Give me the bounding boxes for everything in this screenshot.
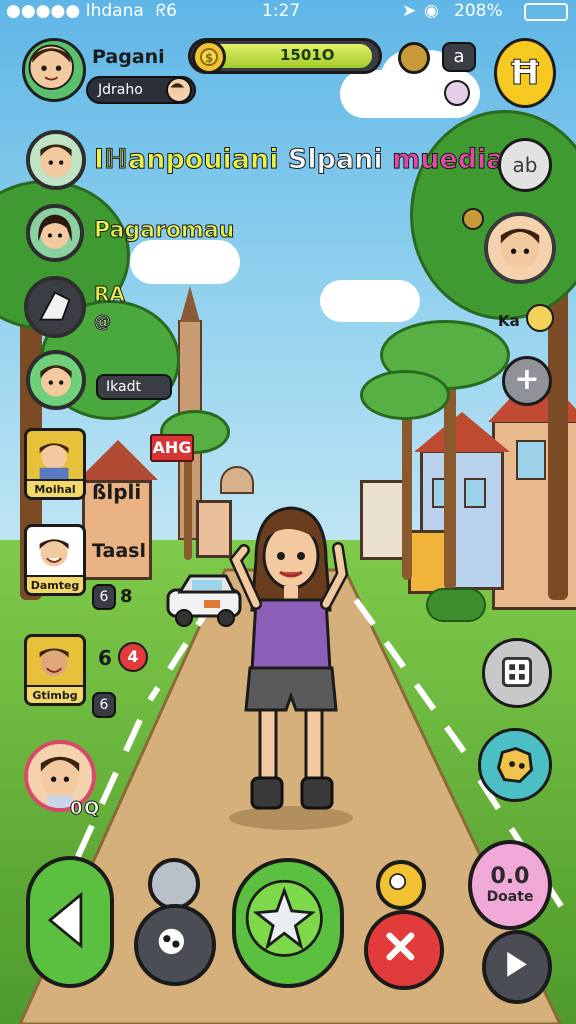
inventory-button[interactable]	[482, 638, 552, 708]
profile-avatar[interactable]	[22, 38, 86, 102]
smile-icon[interactable]	[526, 304, 554, 332]
friend-tag: 6	[98, 646, 112, 670]
friend-avatar[interactable]	[26, 204, 84, 262]
clock: 1:27	[262, 1, 301, 21]
gear-icon[interactable]	[376, 860, 426, 910]
friend-card[interactable]: Gtimbg	[24, 634, 86, 706]
friend-avatar[interactable]	[26, 350, 86, 410]
cloud	[130, 240, 240, 284]
friend-extra: 8	[120, 586, 133, 607]
friend-sub: @	[94, 312, 112, 333]
player-character[interactable]	[226, 500, 356, 830]
status-bar: ●●●●● Ihdana ᖇ6 1:27 ➤ ◉ 208%	[0, 0, 576, 24]
notification-badge: 4	[118, 642, 148, 672]
friend-tag: 0	[70, 798, 83, 820]
chat-button[interactable]: ab	[498, 138, 552, 192]
house-roof	[78, 440, 158, 480]
small-label: Ka	[498, 312, 520, 330]
friend-pill-label[interactable]: Ikadt	[96, 374, 172, 400]
friend-chip[interactable]: 6	[92, 692, 116, 718]
network-label: ᖇ6	[156, 1, 177, 21]
pink-button-label: Doate	[486, 889, 534, 905]
friend-card-caption: Gtimbg	[27, 685, 83, 703]
house	[408, 530, 448, 594]
badge-icon[interactable]	[398, 42, 430, 74]
friend-card-caption: Damteg	[27, 575, 83, 593]
battery-icon	[524, 3, 568, 21]
banner-title: Iℍanpouiani Slpani muedian	[94, 144, 525, 176]
house-roof	[414, 412, 510, 452]
dice-button[interactable]	[134, 904, 216, 986]
gear-icon[interactable]	[148, 858, 200, 910]
pink-button-value: 0.0	[490, 864, 530, 889]
tower-spire	[180, 286, 200, 322]
location-icon: ➤	[402, 1, 417, 21]
dome	[220, 466, 254, 494]
battery-percent: 208%	[454, 1, 503, 21]
svg-text:$: $	[205, 51, 213, 65]
friend-card[interactable]: Damteg	[24, 524, 86, 596]
player-name: Pagani	[92, 46, 165, 68]
pink-action-button[interactable]: 0.0 Doate	[468, 840, 552, 930]
chat-glyph: ab	[512, 153, 538, 177]
close-button[interactable]	[364, 910, 444, 990]
window	[516, 440, 546, 480]
level-label: Ħ	[508, 53, 542, 94]
forward-button[interactable]	[482, 930, 552, 1004]
banner-part-1: Iℍanpouiani	[94, 144, 280, 176]
friend-avatar[interactable]	[484, 212, 556, 284]
plus-icon: +	[514, 362, 540, 397]
cookie-button[interactable]	[478, 728, 552, 802]
friend-tag: RA	[94, 282, 126, 307]
banner-part-2: Slpani	[287, 144, 383, 176]
mini-avatar-icon	[166, 77, 192, 103]
carrier-label: ●●●●● Ihdana	[6, 1, 144, 21]
settings-dot-icon[interactable]	[462, 208, 484, 230]
menu-button[interactable]: a	[442, 42, 476, 72]
palm-leaves	[360, 370, 450, 420]
level-button[interactable]: Ħ	[494, 38, 556, 108]
friend-chip[interactable]: 6	[92, 584, 116, 610]
window	[464, 478, 486, 508]
street-sign: AHG	[150, 434, 194, 462]
friend-card[interactable]: Moihal	[24, 428, 86, 500]
add-button[interactable]: +	[502, 356, 552, 406]
emoji-icon[interactable]	[444, 80, 470, 106]
friend-tag: ßlpli	[92, 480, 142, 504]
star-action-button[interactable]	[232, 858, 344, 988]
friend-avatar[interactable]	[26, 130, 86, 190]
back-button[interactable]	[26, 856, 114, 988]
friend-card-caption: Moihal	[27, 479, 83, 497]
flower-bush	[426, 588, 486, 622]
currency-value: 1501O	[280, 46, 335, 64]
friend-tag: Taasl	[92, 540, 146, 562]
friend-extra: Q	[83, 798, 100, 820]
alarm-icon: ◉	[424, 1, 439, 21]
subtitle: Pagaromau	[93, 218, 235, 244]
coin-icon: $	[192, 40, 226, 74]
friend-avatar[interactable]	[24, 276, 86, 338]
cloud	[320, 280, 420, 322]
